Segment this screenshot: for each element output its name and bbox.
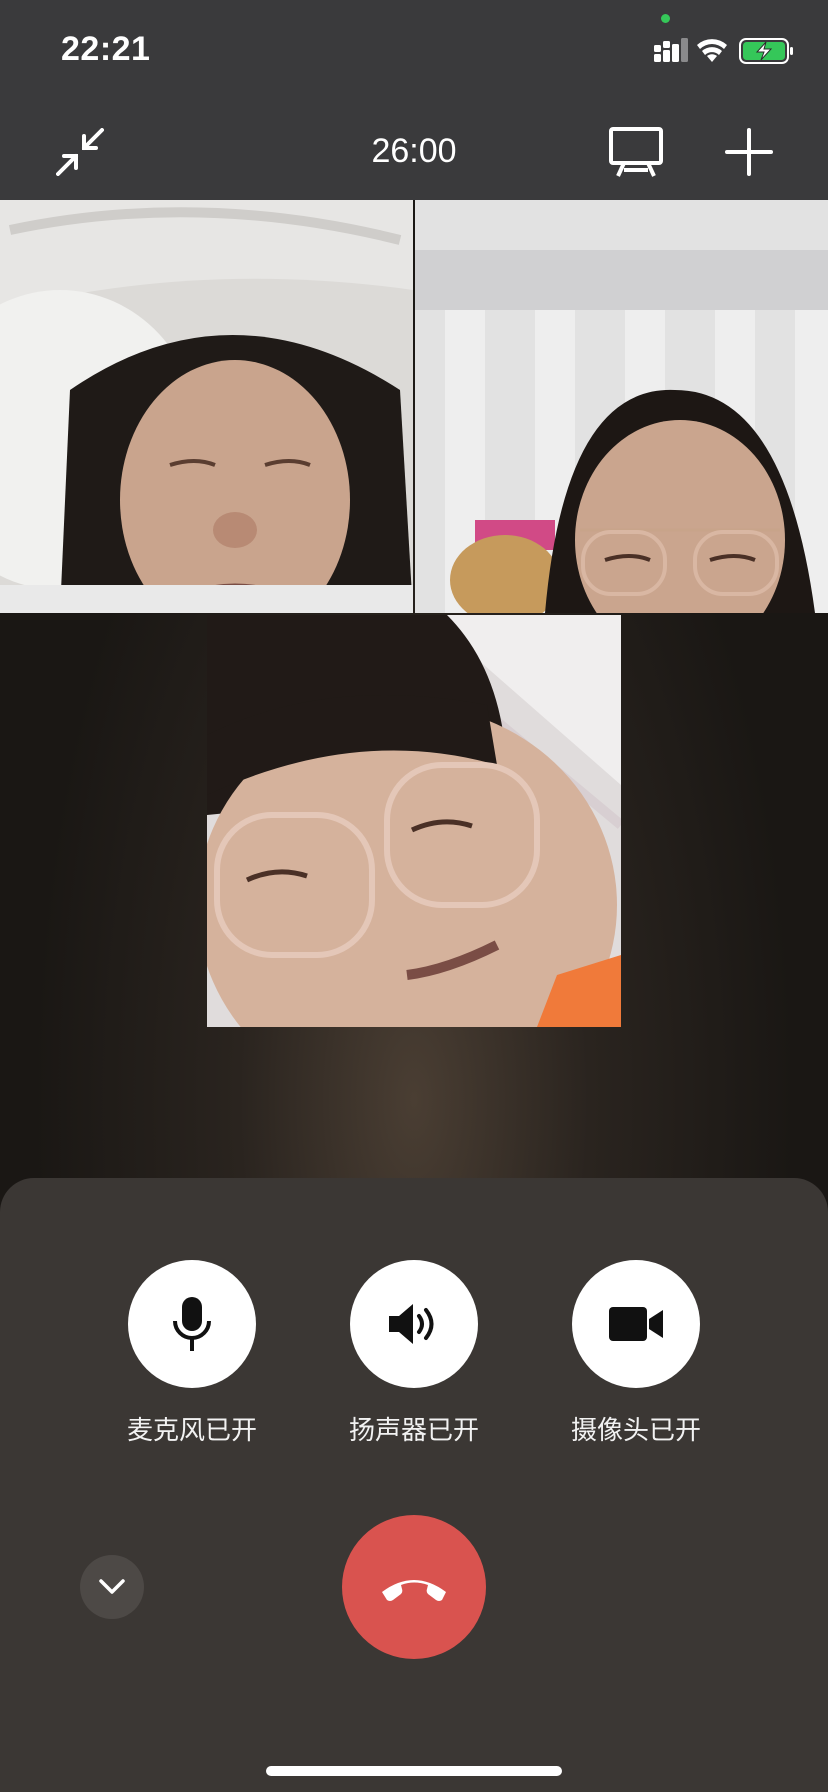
mic-button[interactable] bbox=[128, 1260, 256, 1388]
participant-3-frame bbox=[207, 615, 621, 1027]
speaker-button[interactable] bbox=[350, 1260, 478, 1388]
battery-charging-icon bbox=[739, 38, 793, 64]
screen-share-icon[interactable] bbox=[608, 126, 664, 178]
speaker-icon bbox=[389, 1304, 434, 1344]
video-camera-icon bbox=[609, 1307, 663, 1341]
camera-control: 摄像头已开 bbox=[571, 1260, 701, 1446]
privacy-indicator bbox=[661, 14, 670, 23]
participant-1-video[interactable] bbox=[0, 200, 413, 613]
participant-2-frame bbox=[415, 200, 828, 613]
wifi-icon bbox=[697, 39, 727, 62]
participant-1-frame bbox=[0, 200, 413, 613]
participant-2-video[interactable] bbox=[415, 200, 828, 613]
microphone-icon bbox=[173, 1297, 211, 1351]
mic-label: 麦克风已开 bbox=[126, 1416, 257, 1446]
chevron-down-icon bbox=[99, 1579, 125, 1594]
camera-label: 摄像头已开 bbox=[570, 1416, 701, 1446]
participant-3-video[interactable] bbox=[207, 615, 621, 1027]
speaker-control: 扬声器已开 bbox=[349, 1260, 479, 1446]
signal-icon bbox=[654, 38, 688, 62]
home-indicator[interactable] bbox=[266, 1766, 562, 1776]
plus-icon[interactable] bbox=[725, 128, 773, 176]
camera-button[interactable] bbox=[572, 1260, 700, 1388]
hang-up-phone-icon bbox=[382, 1580, 446, 1601]
hang-up-button[interactable] bbox=[342, 1515, 486, 1659]
call-timer: 26:00 bbox=[371, 132, 457, 170]
mic-control: 麦克风已开 bbox=[127, 1260, 257, 1446]
collapse-panel-button[interactable] bbox=[80, 1555, 144, 1619]
status-time: 22:21 bbox=[61, 30, 151, 68]
speaker-label: 扬声器已开 bbox=[348, 1416, 479, 1446]
top-bar: 22:21 26:00 bbox=[0, 0, 828, 200]
status-icons bbox=[654, 38, 793, 64]
